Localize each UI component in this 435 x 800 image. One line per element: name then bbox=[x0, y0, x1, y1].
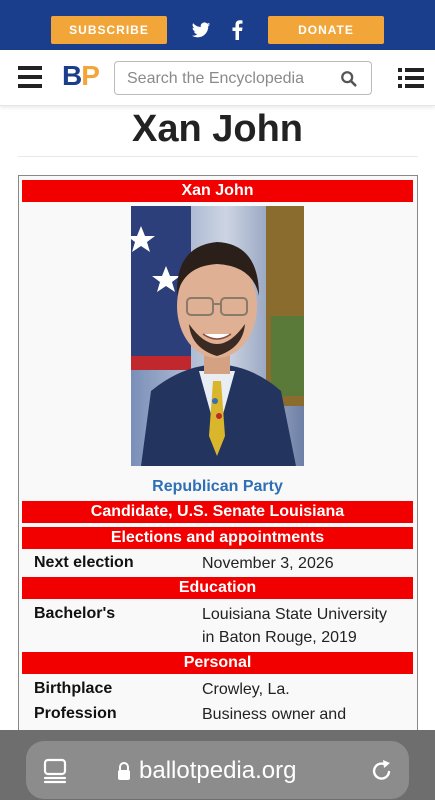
next-election-label: Next election bbox=[34, 554, 134, 571]
section-elections: Elections and appointments bbox=[22, 527, 413, 549]
candidate-photo bbox=[131, 206, 304, 466]
office-header: Candidate, U.S. Senate Louisiana bbox=[22, 501, 413, 523]
title-divider bbox=[18, 156, 418, 157]
search-icon[interactable] bbox=[340, 70, 358, 88]
subscribe-button[interactable]: SUBSCRIBE bbox=[51, 16, 167, 44]
section-personal: Personal bbox=[22, 652, 413, 674]
page-title: Xan John bbox=[131, 108, 304, 150]
infobox-name-header: Xan John bbox=[22, 180, 413, 202]
ballotpedia-logo[interactable]: BP bbox=[62, 60, 100, 92]
profession-label: Profession bbox=[34, 705, 117, 722]
section-education: Education bbox=[22, 577, 413, 599]
search-box[interactable] bbox=[114, 61, 372, 95]
twitter-icon[interactable] bbox=[191, 20, 211, 40]
search-input[interactable] bbox=[127, 68, 337, 90]
tab-overview-icon[interactable] bbox=[43, 758, 67, 784]
party-link[interactable]: Republican Party bbox=[0, 478, 435, 496]
next-election-value: November 3, 2026 bbox=[202, 555, 334, 572]
profession-value: Business owner and bbox=[202, 706, 347, 723]
url-text[interactable]: ballotpedia.org bbox=[139, 757, 296, 785]
hamburger-menu-icon[interactable] bbox=[18, 66, 42, 88]
bachelors-value-line1[interactable]: Louisiana State University bbox=[202, 603, 387, 626]
list-menu-icon[interactable] bbox=[398, 66, 424, 90]
birthplace-label: Birthplace bbox=[34, 680, 113, 697]
bachelors-value-line2: in Baton Rouge, 2019 bbox=[202, 629, 357, 646]
bachelors-label: Bachelor's bbox=[34, 605, 116, 622]
donate-button[interactable]: DONATE bbox=[268, 16, 384, 44]
birthplace-value: Crowley, La. bbox=[202, 681, 290, 698]
lock-icon bbox=[118, 762, 130, 780]
facebook-icon[interactable] bbox=[230, 20, 244, 40]
reload-icon[interactable] bbox=[370, 758, 394, 784]
